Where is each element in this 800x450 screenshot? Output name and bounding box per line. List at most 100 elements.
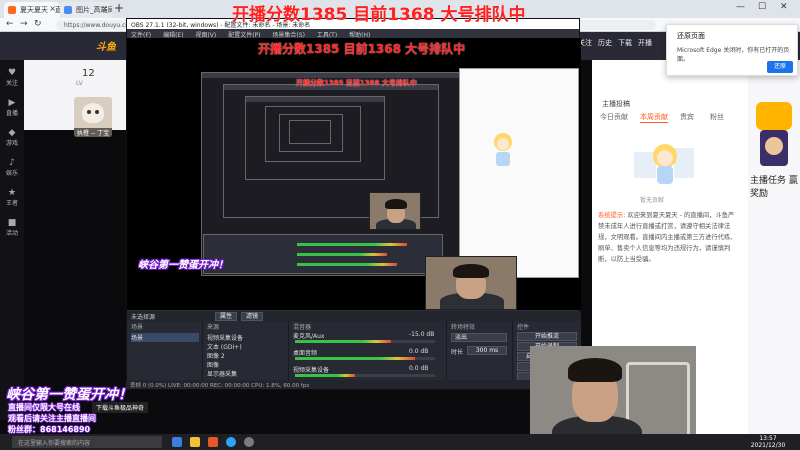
- score-overlay-large: 开播分数1385 目前1368 大号排队中: [232, 5, 526, 25]
- close-window-button[interactable]: ✕: [780, 2, 788, 12]
- mixer-desktop-db: 0.0 dB: [409, 348, 429, 355]
- notice-line-2: 观看后请关注主播直播间: [8, 414, 96, 423]
- douyu-logo[interactable]: 斗鱼: [96, 38, 124, 53]
- nav-live[interactable]: ▶ 直播: [2, 98, 22, 117]
- mixer-header: 混音器: [293, 324, 312, 331]
- score-overlay-mid: 开播分数1385 目前1368 大号排队中: [258, 42, 466, 56]
- nested-douyu-page: [459, 68, 579, 278]
- taskbar-search-input[interactable]: 在这里输入你要搜索的内容: [12, 436, 162, 448]
- nav-game[interactable]: ◆ 游戏: [2, 128, 22, 147]
- mixer-video-label: 视频采集设备: [293, 367, 330, 374]
- square-icon: ■: [7, 218, 17, 228]
- obs-taskbar-icon[interactable]: [244, 437, 254, 447]
- host-task-label[interactable]: 主播任务 赢奖励: [750, 173, 798, 199]
- nested-webcam: [369, 192, 421, 230]
- source-toolbar: 未选择源: [127, 311, 581, 321]
- nav-activity[interactable]: ■ 活动: [2, 218, 22, 237]
- music-icon: ♪: [9, 158, 15, 168]
- obs-menu-bar: 文件(F) 编辑(E) 视图(V) 配置文件(P) 场景集合(S) 工具(T) …: [127, 29, 579, 39]
- edge-icon[interactable]: [226, 437, 236, 447]
- nav-entertainment[interactable]: ♪ 娱乐: [2, 158, 22, 177]
- gift-overlay-mid: 峡谷第一赞蛋开冲！: [138, 260, 228, 271]
- heart-icon: ♥: [7, 68, 17, 78]
- play-icon: ▶: [8, 98, 16, 108]
- restore-button[interactable]: 还原: [767, 61, 793, 73]
- file-explorer-icon[interactable]: [190, 437, 200, 447]
- properties-button[interactable]: 属性: [215, 312, 237, 321]
- system-notice: 系统提示: 欢迎来到夏天夏天 - 的直播间，斗鱼严禁未成年人进行直播或打赏，请遵…: [598, 210, 738, 265]
- transitions-dock: 转场特效 淡出 时长 300 ms: [447, 321, 513, 389]
- avatar[interactable]: 执橙 -- 丁宝: [74, 97, 112, 137]
- sources-header: 来源: [207, 324, 220, 331]
- edge-restore-popup: 还原页面 Microsoft Edge 关闭时，你有已打开的页面。 还原: [666, 24, 798, 76]
- sources-dock: 来源 视频采集设备 文本 (GDI+) 图像 2 图像 显示器采集: [203, 321, 289, 389]
- mixer-mic-meter: [295, 340, 391, 343]
- menu-history[interactable]: 历史: [594, 38, 616, 48]
- task-view-icon[interactable]: [172, 437, 182, 447]
- level-label: LV: [76, 80, 83, 87]
- taskbar-clock: 13:57 2021/12/30: [750, 435, 786, 449]
- duration-label: 时长: [451, 349, 464, 356]
- empty-caption: 暂无贡献: [640, 197, 665, 204]
- mixer-desktop-label: 桌面音频: [293, 350, 318, 357]
- cat-avatar-icon: [82, 103, 104, 123]
- mixer-mic-label: 麦克风/Aux: [293, 333, 325, 340]
- notice-line-1: 直播间仅限大号在线: [8, 403, 80, 412]
- new-tab-button[interactable]: +: [114, 1, 124, 15]
- scene-item[interactable]: 场景: [131, 333, 199, 342]
- star-icon: ★: [7, 188, 17, 198]
- tab-close-icon[interactable]: ×: [101, 4, 108, 13]
- event-badge-icon[interactable]: [754, 100, 794, 170]
- controls-header: 控件: [517, 324, 530, 331]
- tab-week[interactable]: 本周贡献: [640, 112, 668, 123]
- start-streaming-button[interactable]: 开始推流: [517, 332, 577, 341]
- browser-tab-images[interactable]: 图片_高端局圆刷·高端局圆刷视频 ×: [60, 2, 112, 18]
- source-image[interactable]: 图像: [207, 360, 219, 369]
- maximize-button[interactable]: ☐: [758, 2, 766, 12]
- duration-input[interactable]: 300 ms: [467, 346, 507, 355]
- tab-today[interactable]: 今日贡献: [600, 112, 628, 122]
- scenes-dock: 场景 场景: [127, 321, 203, 389]
- transitions-header: 转场特效: [451, 324, 476, 331]
- system-tag: 系统提示:: [598, 212, 626, 219]
- tab-vip[interactable]: 贵宾: [680, 112, 694, 122]
- transition-select[interactable]: 淡出: [451, 333, 507, 342]
- gift-overlay-large: 峡谷第一赞蛋开冲！: [6, 387, 132, 403]
- nav-follow[interactable]: ♥ 关注: [2, 68, 22, 87]
- avatar-caption: 执橙 -- 丁宝: [74, 128, 112, 137]
- source-video-capture[interactable]: 视频采集设备: [207, 333, 243, 342]
- host-submission-link[interactable]: 主播投稿: [602, 99, 630, 109]
- menu-download[interactable]: 下载: [614, 38, 636, 48]
- refresh-icon[interactable]: ↻: [34, 19, 42, 29]
- tab-fans[interactable]: 粉丝: [710, 112, 724, 122]
- filters-button[interactable]: 滤镜: [241, 312, 263, 321]
- nested-meter-2: [297, 253, 387, 256]
- douyu-left-nav: ♥ 关注 ▶ 直播 ◆ 游戏 ♪ 娱乐 ★ 王者 ■ 活动: [0, 60, 24, 420]
- source-text[interactable]: 文本 (GDI+): [207, 342, 242, 351]
- menu-broadcast[interactable]: 开播: [634, 38, 656, 48]
- browser-tab-douyu[interactable]: 夏天夏天 - 直播_高端局圆刷·斗鱼直播 ×: [4, 2, 60, 18]
- contribution-tabs: 今日贡献 本周贡献 贵宾 粉丝: [600, 112, 744, 126]
- score-overlay-small: 开播分数1385 目前1368 大号排队中: [296, 79, 417, 87]
- nav-king[interactable]: ★ 王者: [2, 188, 22, 207]
- tab-close-icon[interactable]: ×: [49, 4, 56, 13]
- empty-contribution-illustration: [634, 144, 694, 184]
- preview-webcam: [425, 256, 517, 310]
- nested-meter-1: [297, 243, 407, 246]
- popup-title: 还原页面: [677, 32, 705, 40]
- download-tip[interactable]: 下载斗鱼极品神奇: [92, 402, 149, 413]
- minimize-button[interactable]: —: [736, 2, 745, 12]
- nested-meter-3: [297, 263, 397, 266]
- level-number: 12: [82, 68, 95, 79]
- store-icon[interactable]: [208, 437, 218, 447]
- back-icon[interactable]: ←: [6, 19, 14, 29]
- source-image-2[interactable]: 图像 2: [207, 351, 225, 360]
- mixer-mic-db: -15.0 dB: [409, 331, 435, 338]
- obs-status-bar: 丢帧 0 (0.0%) LIVE: 00:00:00 REC: 00:00:00…: [126, 380, 580, 389]
- forward-icon[interactable]: →: [20, 19, 28, 29]
- source-display-capture[interactable]: 显示器采集: [207, 369, 237, 378]
- mixer-video-meter: [295, 374, 355, 377]
- obs-window: OBS 27.1.1 (32-bit, windows) - 配置文件: 未命名…: [126, 18, 581, 390]
- mixer-desktop-meter: [295, 357, 415, 360]
- scenes-header: 场景: [131, 324, 144, 331]
